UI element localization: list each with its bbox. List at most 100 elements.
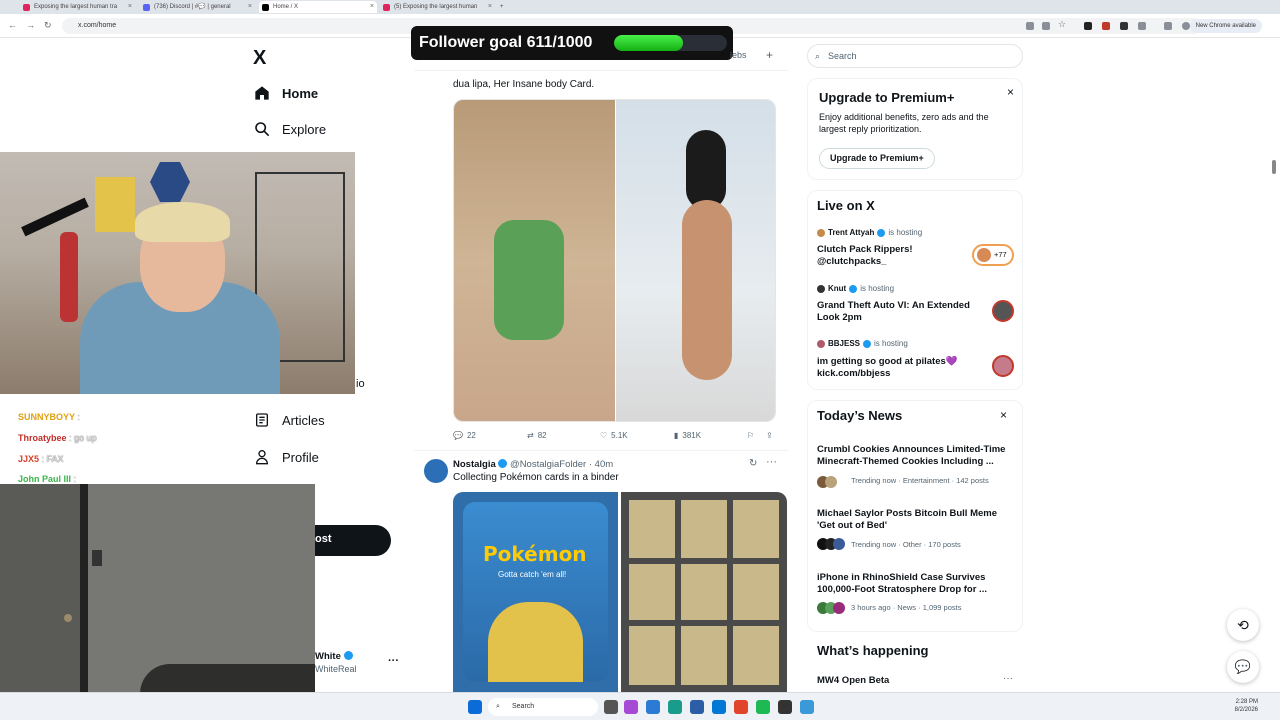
search-icon: ⌕	[815, 51, 821, 61]
views-button[interactable]: ▮ 381K	[674, 431, 701, 440]
tweet-text: Collecting Pokémon cards in a binder	[453, 472, 619, 483]
more-options-icon[interactable]: ···	[766, 456, 777, 468]
like-button[interactable]: ♡ 5.1K	[600, 431, 628, 440]
browser-tab[interactable]: (5) Exposing the largest human ×	[380, 1, 495, 13]
tweet-media-binder-cover[interactable]: Pokémon Gotta catch 'em all!	[453, 492, 618, 692]
downloads-icon[interactable]	[1164, 22, 1172, 30]
discord-icon	[143, 4, 150, 11]
app-icon[interactable]	[712, 700, 726, 714]
nav-home[interactable]: Home	[254, 85, 318, 101]
avatar[interactable]	[424, 459, 448, 483]
bookmark-star-icon[interactable]: ☆	[1058, 19, 1066, 30]
extension-icon[interactable]	[1102, 22, 1110, 30]
pokemon-artwork	[488, 602, 583, 682]
more-options-icon[interactable]: ···	[388, 655, 399, 667]
news-headline[interactable]: Michael Saylor Posts Bitcoin Bull Meme '…	[817, 508, 1012, 532]
windows-start-icon[interactable]	[468, 700, 482, 714]
close-icon[interactable]: ×	[1000, 408, 1007, 422]
live-space-title[interactable]: Clutch Pack Rippers! @clutchpacks_	[817, 244, 977, 268]
live-space-title[interactable]: im getting so good at pilates💜 kick.com/…	[817, 356, 977, 380]
nav-explore[interactable]: Explore	[254, 121, 326, 137]
news-headline[interactable]: Crumbl Cookies Announces Limited-Time Mi…	[817, 444, 1012, 468]
tweet-time[interactable]: · 40m	[589, 459, 613, 470]
close-tab-icon[interactable]: ×	[248, 1, 252, 13]
chrome-update-button[interactable]: New Chrome available	[1189, 19, 1262, 33]
chrome-icon[interactable]	[734, 700, 748, 714]
share-icon[interactable]: ⇪	[766, 431, 773, 440]
taskbar-search[interactable]: ⌕ Search	[488, 698, 598, 716]
browser-tab[interactable]: Exposing the largest human tra ×	[20, 1, 135, 13]
verified-badge-icon	[498, 459, 508, 468]
reload-icon[interactable]: ↻	[44, 20, 52, 31]
chat-message: Throatybee : go up	[18, 433, 97, 443]
tweet-media-binder-page[interactable]	[621, 492, 787, 692]
premium-description: Enjoy additional benefits, zero ads and …	[819, 112, 989, 134]
live-host[interactable]: BBJESS is hosting	[817, 339, 908, 348]
messages-button[interactable]: 💬	[1227, 651, 1259, 683]
repost-button[interactable]: ⇄ 82	[527, 431, 547, 440]
back-icon[interactable]: ←	[8, 20, 17, 30]
extension-icon[interactable]	[1026, 22, 1034, 30]
avatar	[833, 538, 845, 550]
repost-icon: ⇄	[527, 431, 534, 440]
whats-happening-title: What’s happening	[817, 643, 929, 658]
news-meta: Trending now · Entertainment · 142 posts	[851, 476, 989, 485]
nav-articles[interactable]: Articles	[254, 412, 325, 428]
search-input[interactable]: ⌕ Search	[807, 44, 1023, 68]
scrollbar-thumb[interactable]	[1272, 160, 1276, 174]
profile-icon	[255, 450, 269, 465]
live-avatar[interactable]	[992, 355, 1014, 377]
task-view-icon[interactable]	[604, 700, 618, 714]
forward-icon[interactable]: →	[26, 20, 35, 30]
live-space-title[interactable]: Grand Theft Auto VI: An Extended Look 2p…	[817, 300, 977, 324]
close-tab-icon[interactable]: ×	[370, 1, 374, 13]
news-headline[interactable]: iPhone in RhinoShield Case Survives 100,…	[817, 572, 1012, 596]
browser-tab-active[interactable]: Home / X ×	[259, 1, 377, 13]
more-options-icon[interactable]: ···	[1003, 673, 1013, 684]
author-name[interactable]: Nostalgia	[453, 459, 496, 470]
verified-badge-icon	[343, 651, 353, 660]
profile-avatar-icon[interactable]	[1182, 22, 1190, 30]
upgrade-premium-button[interactable]: Upgrade to Premium+	[819, 148, 935, 169]
add-feed-icon[interactable]: +	[766, 48, 773, 62]
door-knob	[64, 614, 72, 622]
divider	[414, 450, 788, 451]
app-icon[interactable]	[624, 700, 638, 714]
spotify-icon[interactable]	[756, 700, 770, 714]
home-icon	[255, 86, 269, 100]
browser-tab[interactable]: (736) Discord | #💬 | general ×	[140, 1, 255, 13]
app-icon[interactable]	[690, 700, 704, 714]
extensions-puzzle-icon[interactable]	[1138, 22, 1146, 30]
author-handle[interactable]: @NostalgiaFolder	[510, 459, 586, 470]
live-avatar[interactable]	[992, 300, 1014, 322]
reply-button[interactable]: 💬 22	[453, 431, 476, 440]
close-icon[interactable]: ×	[1007, 85, 1014, 99]
account-name[interactable]: White	[315, 651, 353, 662]
close-tab-icon[interactable]: ×	[488, 1, 492, 13]
edge-icon[interactable]	[668, 700, 682, 714]
views-chart-icon: ▮	[674, 431, 679, 440]
close-tab-icon[interactable]: ×	[128, 1, 132, 13]
feed-tab-celebs[interactable]: lebs	[730, 50, 747, 60]
live-host[interactable]: Trent Attyah is hosting	[817, 228, 922, 237]
app-icon[interactable]	[646, 700, 660, 714]
taskbar-clock[interactable]: 2:28 PM 8/2/2026	[1235, 698, 1258, 714]
obs-icon[interactable]	[778, 700, 792, 714]
nav-profile[interactable]: Profile	[254, 449, 319, 465]
grok-icon[interactable]: ↻	[749, 458, 757, 469]
x-logo[interactable]: X	[253, 47, 266, 70]
browser-tab-bar: Exposing the largest human tra × (736) D…	[0, 0, 1280, 14]
live-host[interactable]: Knut is hosting	[817, 284, 894, 293]
app-icon[interactable]	[800, 700, 814, 714]
extension-icon[interactable]	[1120, 22, 1128, 30]
extension-icon[interactable]	[1042, 22, 1050, 30]
news-meta: 3 hours ago · News · 1,099 posts	[851, 603, 962, 612]
tweet-media[interactable]	[453, 99, 776, 422]
trend-item[interactable]: MW4 Open Beta	[817, 675, 889, 686]
extension-icon[interactable]	[1084, 22, 1092, 30]
verified-badge-icon	[877, 228, 886, 237]
bookmark-icon[interactable]: ⚐	[747, 431, 754, 440]
live-listeners-badge[interactable]: +77	[972, 244, 1014, 266]
new-tab-button[interactable]: +	[498, 1, 510, 13]
grok-button[interactable]: ⟲	[1227, 609, 1259, 641]
